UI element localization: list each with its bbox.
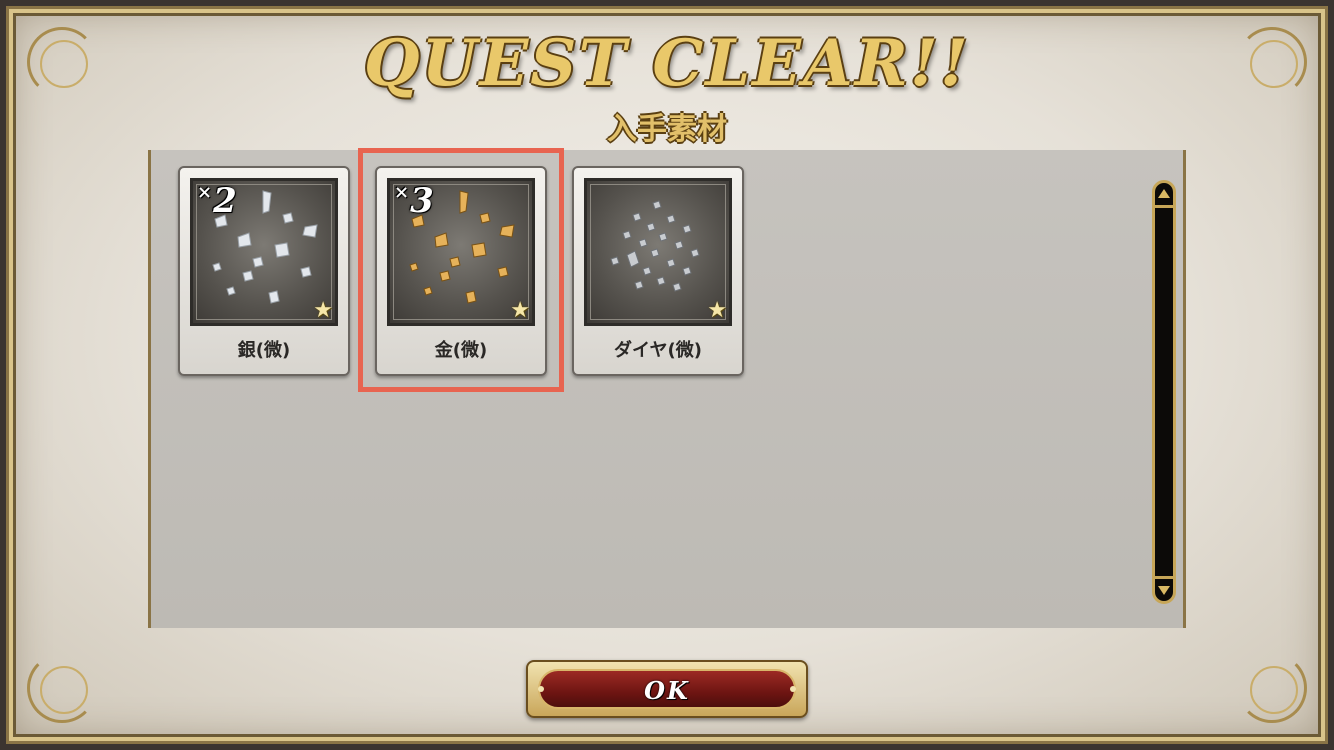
star-icon: ★ — [510, 298, 530, 323]
star-icon: ★ — [707, 298, 727, 323]
scroll-down-icon[interactable] — [1158, 586, 1170, 595]
corner-ornament — [27, 653, 97, 723]
silver-ore-icon: ×2 ★ — [190, 178, 338, 326]
scrollbar[interactable] — [1152, 180, 1176, 604]
ornament-dot — [790, 686, 796, 692]
material-card-silver[interactable]: ×2 ★ 銀(微) — [178, 166, 350, 376]
corner-ornament — [1237, 653, 1307, 723]
quantity-badge: ×2 — [197, 181, 237, 221]
ok-button-face: OK — [538, 669, 796, 709]
star-icon: ★ — [313, 298, 333, 323]
material-card-gold[interactable]: ×3 ★ 金(微) — [375, 166, 547, 376]
material-card-diamond[interactable]: ★ ダイヤ(微) — [572, 166, 744, 376]
scrollbar-divider — [1155, 205, 1173, 208]
scrollbar-divider — [1155, 576, 1173, 579]
page-subtitle: 入手素材 — [607, 112, 727, 147]
material-name: 銀(微) — [237, 340, 291, 361]
quantity-badge — [591, 181, 592, 221]
ok-button-label: OK — [644, 676, 690, 705]
diamond-ore-icon: ★ — [584, 178, 732, 326]
material-name: 金(微) — [434, 340, 488, 361]
page-title: QUEST CLEAR!! — [363, 26, 971, 101]
gold-ore-icon: ×3 ★ — [387, 178, 535, 326]
material-name: ダイヤ(微) — [614, 340, 702, 361]
ornament-dot — [538, 686, 544, 692]
ok-button[interactable]: OK — [526, 660, 808, 718]
scroll-up-icon[interactable] — [1158, 189, 1170, 198]
quantity-badge: ×3 — [394, 181, 434, 221]
